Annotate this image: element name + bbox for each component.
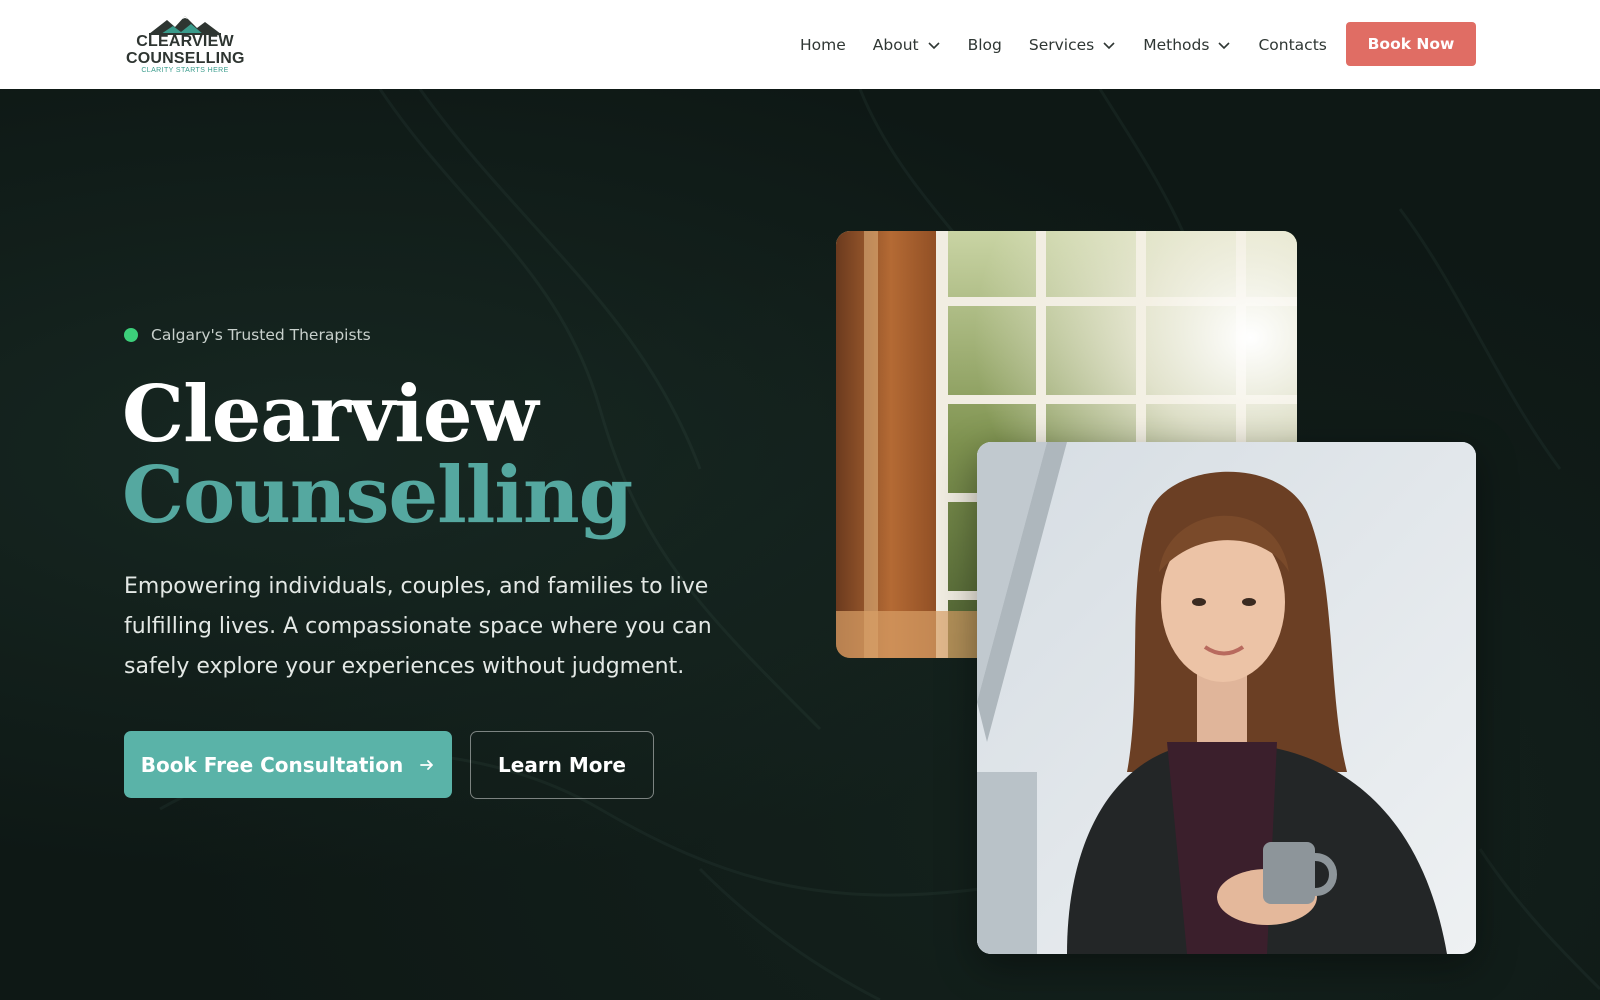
nav-item-contacts[interactable]: Contacts [1258,25,1326,65]
hero-description: Empowering individuals, couples, and fam… [124,574,712,679]
site-logo[interactable]: CLEARVIEW COUNSELLING CLARITY STARTS HER… [126,14,244,76]
nav-item-blog[interactable]: Blog [968,25,1002,65]
logo-line2: COUNSELLING [126,50,245,67]
nav-label: Methods [1143,35,1210,54]
hero-section: Calgary's Trusted Therapists Clearview C… [0,89,1600,1000]
button-label: Book Free Consultation [140,752,404,777]
hero-title-line2: Counselling [122,450,633,541]
chevron-down-icon [1218,41,1231,49]
nav-label: About [872,35,919,54]
nav-label: Services [1028,35,1095,54]
nav-item-home[interactable]: Home [800,25,846,65]
chevron-down-icon [1103,41,1115,49]
nav-label: Blog [967,35,1002,54]
book-now-button[interactable]: Book Now [1346,22,1476,66]
badge-text: Calgary's Trusted Therapists [151,326,371,344]
arrow-right-icon [420,759,434,770]
nav-item-methods[interactable]: Methods [1143,25,1231,65]
status-dot-icon [124,328,138,342]
main-nav: Home About Blog Services Methods Contact… [800,0,1327,89]
site-header: CLEARVIEW COUNSELLING CLARITY STARTS HER… [0,0,1600,89]
nav-label: Contacts [1258,35,1327,54]
hero-title-line1: Clearview [122,369,539,460]
logo-tagline: CLARITY STARTS HERE [141,67,229,74]
book-consultation-button[interactable]: Book Free Consultation [124,731,452,798]
nav-item-services[interactable]: Services [1029,25,1116,65]
nav-item-about[interactable]: About [873,25,941,65]
hero-badge: Calgary's Trusted Therapists [124,326,371,344]
therapist-photo [977,442,1476,954]
chevron-down-icon [928,41,940,49]
learn-more-button[interactable]: Learn More [470,731,654,799]
logo-line1: CLEARVIEW [136,33,234,50]
nav-label: Home [800,35,846,54]
